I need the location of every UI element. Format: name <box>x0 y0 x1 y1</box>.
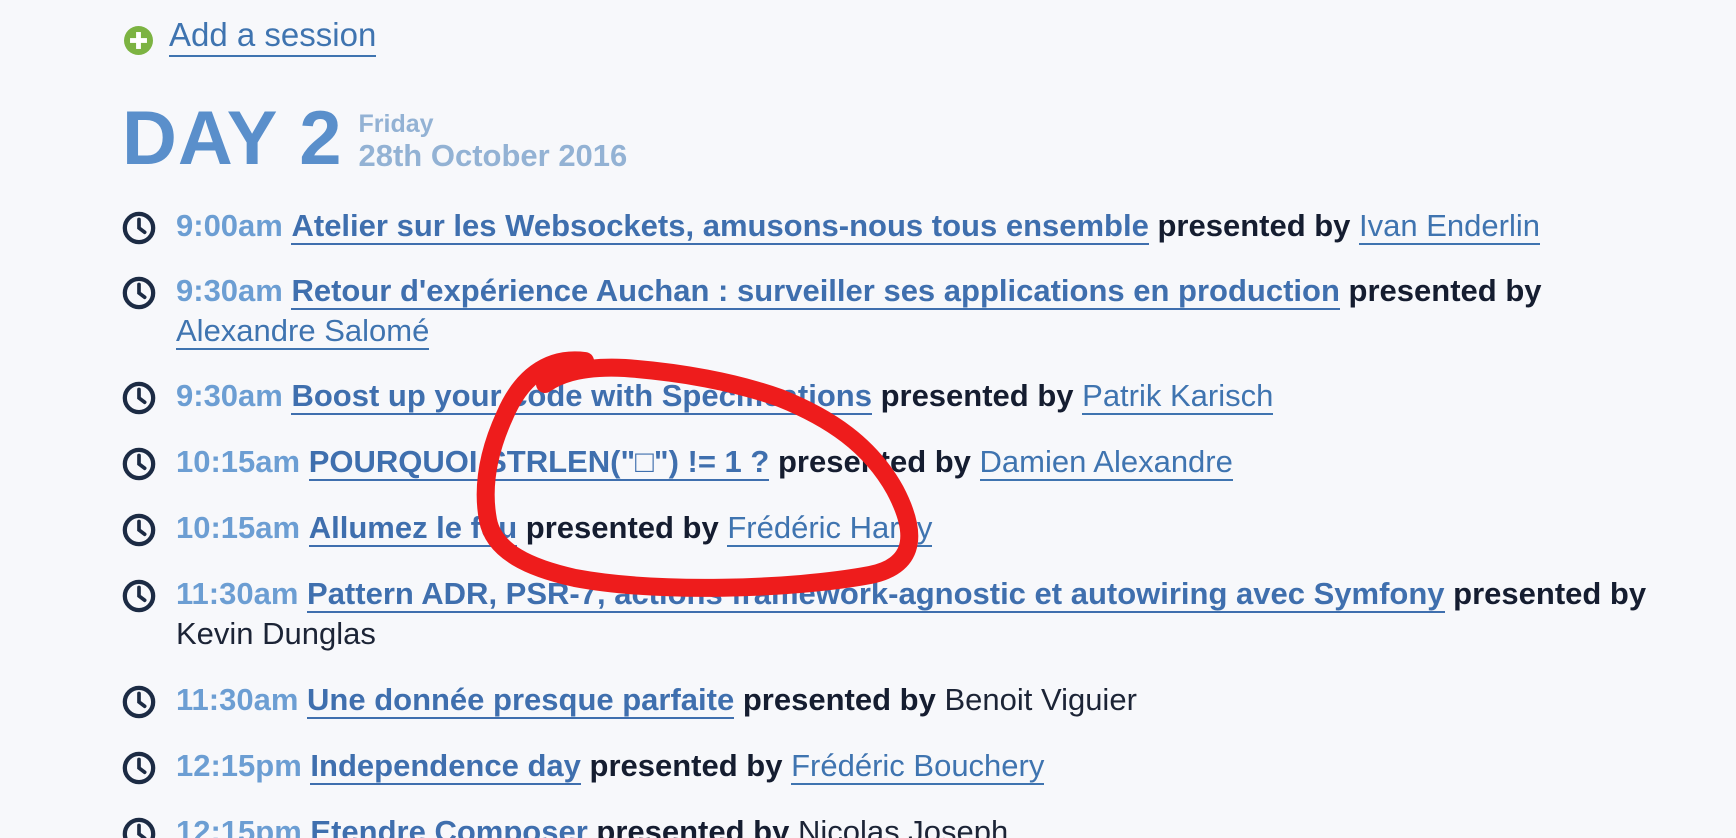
session-time: 10:15am <box>176 444 301 479</box>
session-title-link[interactable]: Boost up your code with Specifications <box>291 378 872 415</box>
presented-by-label: presented by <box>880 378 1074 413</box>
session-item: 12:15pm Etendre Composer presented by Ni… <box>122 812 1722 838</box>
session-title-link[interactable]: Une donnée presque parfaite <box>307 682 735 719</box>
day-title: DAY 2 <box>122 96 343 181</box>
day-weekday: Friday <box>358 110 434 138</box>
speaker-link[interactable]: Damien Alexandre <box>979 444 1233 481</box>
add-session[interactable]: Add a session <box>124 16 377 57</box>
session-time: 11:30am <box>176 682 299 717</box>
session-title-link[interactable]: Atelier sur les Websockets, amusons-nous… <box>291 208 1149 245</box>
speaker-name: Benoit Viguier <box>944 682 1137 717</box>
clock-icon <box>122 513 156 547</box>
add-session-link[interactable]: Add a session <box>169 16 377 57</box>
session-title-link[interactable]: POURQUOI STRLEN("□") != 1 ? <box>308 444 770 481</box>
presented-by-label: presented by <box>742 682 936 717</box>
presented-by-label: presented by <box>525 510 719 545</box>
session-item: 9:30am Boost up your code with Specifica… <box>122 376 1722 416</box>
speaker-link[interactable]: Frédéric Hardy <box>727 510 933 547</box>
session-item: 10:15am POURQUOI STRLEN("□") != 1 ? pres… <box>122 442 1722 482</box>
session-time: 9:00am <box>176 208 283 243</box>
presented-by-label: presented by <box>1453 576 1647 611</box>
clock-icon <box>122 817 156 838</box>
clock-icon <box>122 685 156 719</box>
clock-icon <box>122 276 156 310</box>
presented-by-label: presented by <box>589 748 783 783</box>
day-date: Friday 28th October 2016 <box>359 110 628 174</box>
clock-icon <box>122 447 156 481</box>
session-time: 11:30am <box>176 576 299 611</box>
clock-icon <box>122 381 156 415</box>
speaker-link[interactable]: Ivan Enderlin <box>1359 208 1540 245</box>
session-title-link[interactable]: Independence day <box>310 748 581 785</box>
presented-by-label: presented by <box>1157 208 1351 243</box>
session-list: 9:00am Atelier sur les Websockets, amuso… <box>122 206 1722 838</box>
session-time: 12:15pm <box>176 814 302 838</box>
session-title-link[interactable]: Pattern ADR, PSR-7, actions framework-ag… <box>307 576 1445 613</box>
speaker-link[interactable]: Frédéric Bouchery <box>791 748 1045 785</box>
speaker-name: Nicolas Joseph <box>797 814 1009 838</box>
clock-icon <box>122 751 156 785</box>
session-time: 12:15pm <box>176 748 302 783</box>
session-item: 9:00am Atelier sur les Websockets, amuso… <box>122 206 1722 246</box>
clock-icon <box>122 579 156 613</box>
session-title-link[interactable]: Retour d'expérience Auchan : surveiller … <box>291 273 1340 310</box>
presented-by-label: presented by <box>596 814 790 838</box>
session-time: 9:30am <box>176 273 283 308</box>
session-item: 11:30am Pattern ADR, PSR-7, actions fram… <box>122 574 1722 654</box>
session-item: 12:15pm Independence day presented by Fr… <box>122 746 1722 786</box>
session-title-link[interactable]: Etendre Composer <box>310 814 588 838</box>
day-header: DAY 2 Friday 28th October 2016 <box>122 98 627 180</box>
speaker-name: Kevin Dunglas <box>176 616 376 651</box>
day-full-date: 28th October 2016 <box>358 138 628 173</box>
plus-circle-icon <box>124 26 153 55</box>
session-item: 11:30am Une donnée presque parfaite pres… <box>122 680 1722 720</box>
clock-icon <box>122 211 156 245</box>
presented-by-label: presented by <box>1348 273 1542 308</box>
session-title-link[interactable]: Allumez le feu <box>308 510 518 547</box>
presented-by-label: presented by <box>777 444 971 479</box>
session-time: 10:15am <box>176 510 301 545</box>
schedule-page: Add a session DAY 2 Friday 28th October … <box>0 0 1736 838</box>
session-time: 9:30am <box>176 378 283 413</box>
session-item: 9:30am Retour d'expérience Auchan : surv… <box>122 271 1722 351</box>
session-item: 10:15am Allumez le feu presented by Fréd… <box>122 508 1722 548</box>
speaker-link[interactable]: Patrik Karisch <box>1082 378 1274 415</box>
speaker-link[interactable]: Alexandre Salomé <box>176 313 430 350</box>
